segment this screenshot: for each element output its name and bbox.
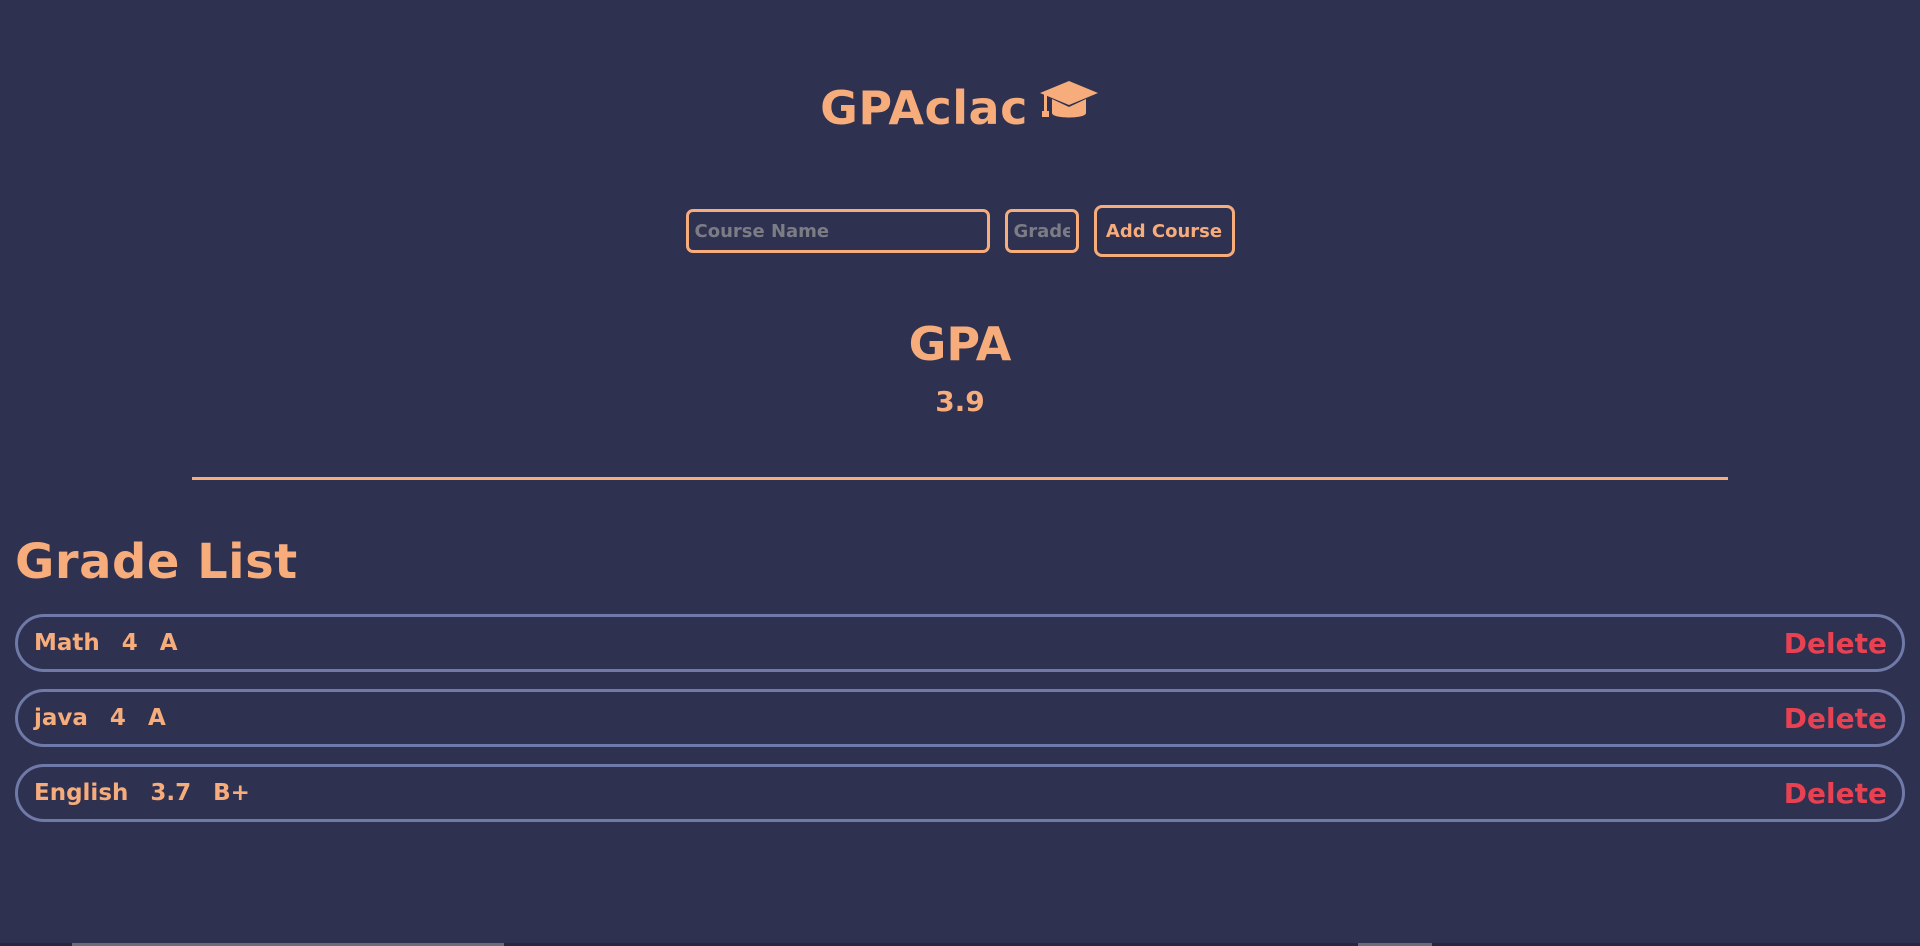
gpa-heading: GPA: [908, 317, 1012, 371]
letter-grade: A: [147, 705, 166, 731]
grade-info: English 3.7 B+: [34, 780, 272, 806]
course-name: English: [34, 780, 129, 806]
delete-button[interactable]: Delete: [1784, 777, 1887, 810]
divider: [192, 477, 1728, 480]
app-title: GPAclac: [0, 78, 1920, 139]
graduation-cap-icon: [1038, 77, 1100, 139]
grade-points: 3.7: [150, 780, 192, 806]
app-title-text: GPAclac: [820, 81, 1028, 135]
add-course-button[interactable]: Add Course: [1093, 205, 1235, 257]
delete-button[interactable]: Delete: [1784, 627, 1887, 660]
letter-grade: B+: [213, 780, 250, 806]
grade-row: English 3.7 B+ Delete: [15, 764, 1905, 822]
grade-points: 4: [109, 705, 126, 731]
course-name-input[interactable]: [685, 209, 990, 253]
grade-points: 4: [121, 630, 138, 656]
add-course-form: Add Course: [0, 205, 1920, 257]
course-name: Math: [34, 630, 100, 656]
grade-row: java 4 A Delete: [15, 689, 1905, 747]
grade-row: Math 4 A Delete: [15, 614, 1905, 672]
letter-grade: A: [159, 630, 178, 656]
page: GPAclac Add Course GPA 3.9 Grade List Ma…: [0, 0, 1920, 946]
grade-list-heading: Grade List: [15, 534, 298, 590]
grade-info: java 4 A: [34, 705, 188, 731]
delete-button[interactable]: Delete: [1784, 702, 1887, 735]
gpa-value: 3.9: [935, 385, 985, 418]
grade-input[interactable]: [1004, 209, 1079, 253]
grade-list: Math 4 A Delete java 4 A Delete English …: [15, 614, 1905, 839]
course-name: java: [34, 705, 88, 731]
grade-info: Math 4 A: [34, 630, 200, 656]
